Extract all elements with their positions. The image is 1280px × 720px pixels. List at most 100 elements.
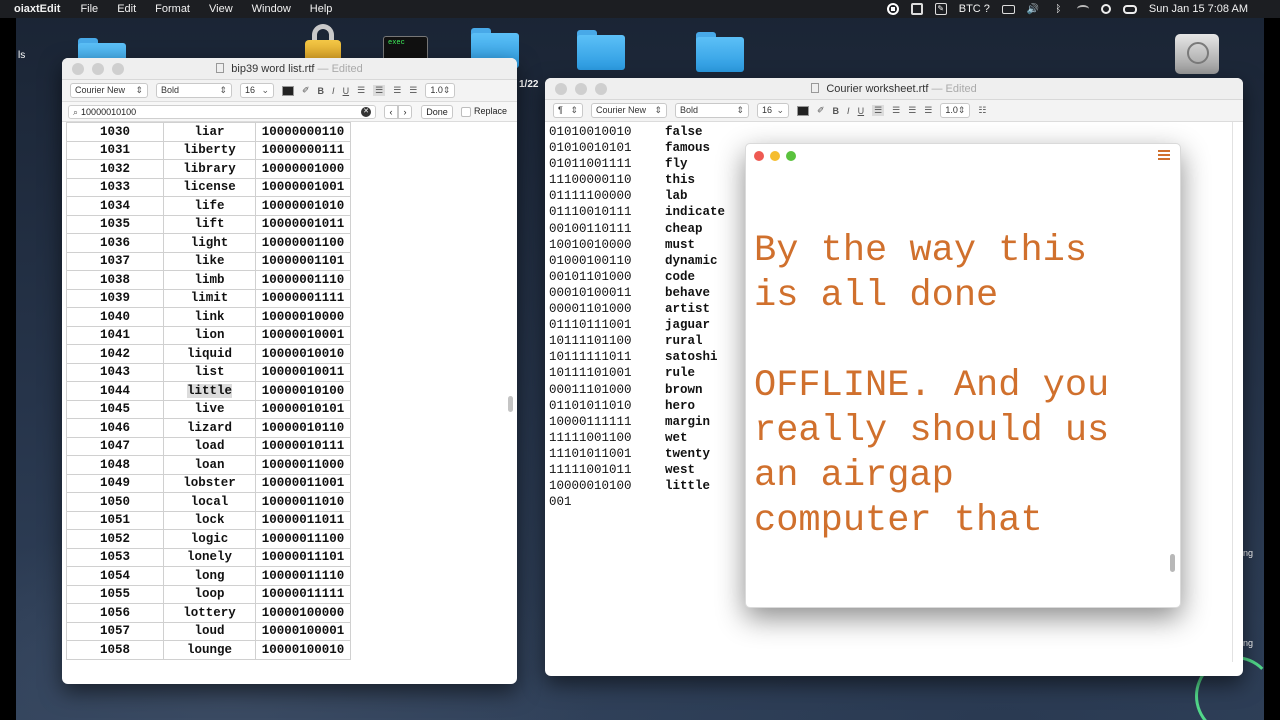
word-binary-cell[interactable]: 10000010001 [255,325,351,345]
worksheet-text[interactable]: 01010010010 false 01010010101 famous 0101100… [549,124,725,510]
minimize-button[interactable] [575,83,587,95]
word-binary-cell[interactable]: 10000011110 [255,566,351,586]
font-size-field[interactable]: 16 ⌄ [757,103,789,118]
align-left-icon[interactable]: ☰ [872,105,885,116]
menu-edit[interactable]: Edit [117,3,136,15]
word-cell[interactable]: limb [163,270,256,290]
word-cell[interactable]: lobster [163,473,256,493]
word-cell[interactable]: liar [163,122,256,142]
word-index-cell[interactable]: 1031 [66,140,164,160]
word-binary-cell[interactable]: 10000010110 [255,418,351,438]
search-icon[interactable] [1100,4,1111,14]
menu-window[interactable]: Window [252,3,291,15]
word-binary-cell[interactable]: 10000001100 [255,233,351,253]
align-center-icon[interactable]: ☰ [892,105,900,116]
previous-match-button[interactable]: ‹ [384,105,398,119]
word-binary-cell[interactable]: 10000010010 [255,344,351,364]
word-binary-cell[interactable]: 10000001101 [255,251,351,271]
word-binary-cell[interactable]: 10000010101 [255,399,351,419]
word-index-cell[interactable]: 1036 [66,233,164,253]
word-binary-cell[interactable]: 10000000111 [255,140,351,160]
clear-search-icon[interactable]: ✕ [361,107,371,117]
paragraph-style-select[interactable]: ¶ ⇕ [553,103,583,118]
word-binary-cell[interactable]: 10000100001 [255,621,351,641]
list-bullets-icon[interactable]: ☷ [978,105,986,116]
word-index-cell[interactable]: 1034 [66,196,164,216]
text-color-swatch[interactable] [282,85,294,96]
word-index-cell[interactable]: 1056 [66,603,164,623]
word-index-cell[interactable]: 1045 [66,399,164,419]
next-match-button[interactable]: › [398,105,412,119]
word-binary-cell[interactable]: 10000010011 [255,362,351,382]
zoom-button[interactable] [786,151,796,161]
word-cell[interactable]: loud [163,621,256,641]
word-cell[interactable]: liberty [163,140,256,160]
word-index-cell[interactable]: 1058 [66,640,164,660]
word-cell[interactable]: lizard [163,418,256,438]
word-binary-cell[interactable]: 10000010100 [255,381,351,401]
line-spacing-select[interactable]: 1.0 ⇕ [425,83,456,98]
word-cell[interactable]: long [163,566,256,586]
underline-icon[interactable]: U [858,106,865,116]
word-cell[interactable]: lock [163,510,256,530]
highlight-color-icon[interactable]: ✐ [817,105,825,116]
justify-icon[interactable]: ☰ [409,85,417,96]
bold-icon[interactable]: B [833,106,840,116]
word-cell[interactable]: link [163,307,256,327]
word-binary-cell[interactable]: 10000001011 [255,214,351,234]
word-cell[interactable]: local [163,492,256,512]
word-index-cell[interactable]: 1035 [66,214,164,234]
word-binary-cell[interactable]: 10000000110 [255,122,351,142]
word-index-cell[interactable]: 1042 [66,344,164,364]
word-cell[interactable]: like [163,251,256,271]
word-index-cell[interactable]: 1040 [66,307,164,327]
close-button[interactable] [754,151,764,161]
font-style-select[interactable]: Bold ⇕ [156,83,232,98]
word-binary-cell[interactable]: 10000011010 [255,492,351,512]
word-index-cell[interactable]: 1048 [66,455,164,475]
word-cell[interactable]: limit [163,288,256,308]
word-index-cell[interactable]: 1030 [66,122,164,142]
folder-icon[interactable] [577,30,625,70]
word-cell[interactable]: load [163,436,256,456]
word-binary-cell[interactable]: 10000011011 [255,510,351,530]
word-index-cell[interactable]: 1037 [66,251,164,271]
find-field[interactable]: ⌕ 10000010100 ✕ [68,105,376,119]
word-index-cell[interactable]: 1051 [66,510,164,530]
close-button[interactable] [72,63,84,75]
word-index-cell[interactable]: 1057 [66,621,164,641]
word-index-cell[interactable]: 1046 [66,418,164,438]
word-cell[interactable]: liquid [163,344,256,364]
font-family-select[interactable]: Courier New ⇕ [591,103,667,118]
word-index-cell[interactable]: 1047 [66,436,164,456]
minimize-button[interactable] [92,63,104,75]
word-cell[interactable]: loan [163,455,256,475]
word-binary-cell[interactable]: 10000001010 [255,196,351,216]
window-titlebar[interactable]: Courier worksheet.rtf — Edited [545,78,1243,100]
minimize-button[interactable] [770,151,780,161]
word-index-cell[interactable]: 1054 [66,566,164,586]
word-cell[interactable]: little [163,381,256,401]
word-index-cell[interactable]: 1050 [66,492,164,512]
word-cell[interactable]: life [163,196,256,216]
text-color-swatch[interactable] [797,105,809,116]
word-binary-cell[interactable]: 10000011000 [255,455,351,475]
word-cell[interactable]: lounge [163,640,256,660]
replace-checkbox[interactable] [461,107,471,117]
volume-icon[interactable]: 🔊 [1027,4,1040,15]
word-index-cell[interactable]: 1039 [66,288,164,308]
font-size-field[interactable]: 16 ⌄ [240,83,274,98]
battery-icon[interactable] [1001,4,1015,14]
word-cell[interactable]: logic [163,529,256,549]
menu-format[interactable]: Format [155,3,190,15]
italic-icon[interactable]: I [847,106,850,116]
word-binary-cell[interactable]: 10000001000 [255,159,351,179]
disk-drive-icon[interactable] [1175,34,1219,74]
align-right-icon[interactable]: ☰ [908,105,916,116]
scrollbar-thumb[interactable] [1170,554,1175,572]
close-button[interactable] [555,83,567,95]
word-binary-cell[interactable]: 10000010111 [255,436,351,456]
word-binary-cell[interactable]: 10000001001 [255,177,351,197]
word-index-cell[interactable]: 1052 [66,529,164,549]
word-binary-cell[interactable]: 10000001111 [255,288,351,308]
